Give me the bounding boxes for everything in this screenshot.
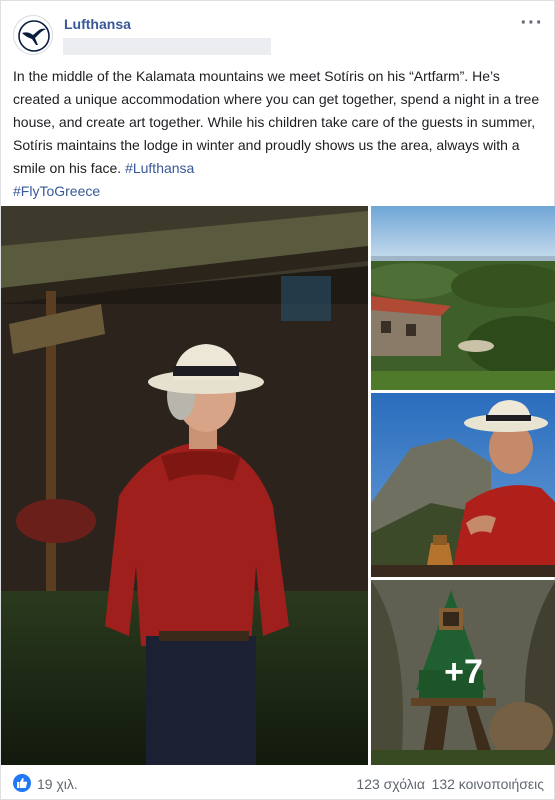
comments-count[interactable]: 123 σχόλια [356, 776, 425, 792]
more-photos-overlay[interactable]: +7 [371, 580, 555, 765]
post-timestamp-redacted [63, 38, 271, 55]
post-footer: 19 χιλ. 123 σχόλια 132 κοινοποιήσεις [1, 765, 555, 800]
reactions-count[interactable]: 19 χιλ. [37, 776, 78, 792]
photo-mountain-village-view[interactable] [371, 206, 555, 390]
shares-count[interactable]: 132 κοινοποιήσεις [432, 776, 544, 792]
more-options-button[interactable]: ··· [520, 11, 544, 35]
photo-man-pouring-coffee[interactable] [371, 393, 555, 577]
hashtag-flytogreece[interactable]: #FlyToGreece [13, 183, 100, 199]
hashtag-lufthansa[interactable]: #Lufthansa [125, 160, 194, 176]
post-text: In the middle of the Kalamata mountains … [13, 65, 548, 203]
more-dots-icon: ··· [520, 12, 544, 34]
photo-green-tree-house[interactable]: +7 [371, 580, 555, 765]
post-body-text: In the middle of the Kalamata mountains … [13, 68, 540, 176]
post-header: Lufthansa ··· [1, 1, 555, 63]
more-photos-count: +7 [444, 653, 483, 691]
thumbs-up-icon [17, 778, 28, 788]
lufthansa-crane-logo-icon [18, 20, 50, 52]
facebook-post-card: Lufthansa ··· In the middle of the Kalam… [0, 0, 555, 800]
like-icon [13, 774, 31, 792]
page-avatar[interactable] [13, 15, 53, 55]
photo-man-in-red-shirt[interactable] [1, 206, 368, 765]
page-name-link[interactable]: Lufthansa [64, 16, 131, 32]
photo-grid: +7 [1, 206, 555, 765]
